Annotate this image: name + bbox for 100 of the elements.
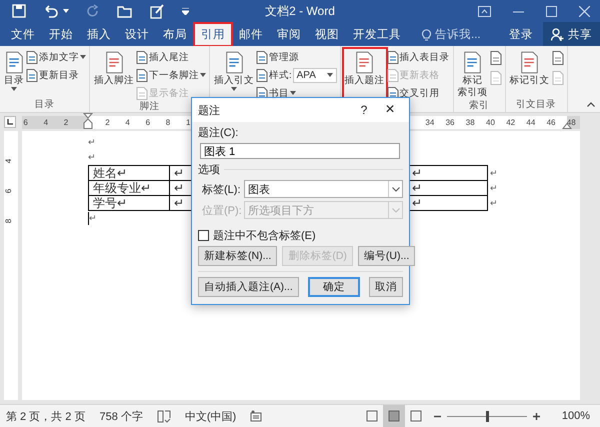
caret-icon [200,73,206,77]
document-icon[interactable] [552,51,564,65]
ruler-number: 6 [23,116,28,128]
dialog-button[interactable]: 新建标签(N)... [198,246,278,266]
document-icon [26,68,38,82]
caret-icon[interactable] [63,9,69,13]
document-icon [224,51,244,74]
redo-icon[interactable] [86,4,100,18]
dialog-button[interactable]: 自动插入题注(A)... [198,277,299,297]
zoom-in-icon[interactable] [532,412,540,420]
tab-stop-icon[interactable] [4,116,16,128]
proofing-icon[interactable] [156,410,171,422]
ruler-number: 40 [486,116,495,128]
collapse-ribbon-icon[interactable] [587,102,595,107]
ruler-number: 8 [5,218,14,224]
edit-icon[interactable] [150,4,165,18]
exclude-label-checkbox[interactable]: 题注中不包含标签(E) [198,228,403,243]
document-icon [136,86,148,100]
ruler-number: 6 [146,116,150,128]
ruler-number: 2 [64,116,68,128]
page-icon [388,410,400,422]
ribbon-tab[interactable]: 开发工具 [346,23,408,45]
word-count[interactable]: 758 个字 [99,408,143,424]
row-end-mark: ↵ [490,182,498,192]
caret-icon [326,73,333,77]
ribbon-button[interactable]: 目录 [3,49,25,99]
customize-caret-icon[interactable] [182,8,189,14]
dialog-button[interactable]: 确定 [308,277,360,297]
zoom-level[interactable]: 100% [562,410,590,422]
table-cell[interactable]: 年级专业↵ [88,180,170,196]
style-dropdown[interactable]: APA [292,68,337,82]
page-count[interactable]: 第 2 页，共 2 页 [6,408,86,424]
ribbon-tab[interactable]: 审阅 [270,23,308,45]
group-label: 引文目录 [516,99,556,110]
ribbon-tab[interactable]: 设计 [118,23,156,45]
window-title: 文档2 - Word [265,2,335,20]
close-icon[interactable] [579,6,590,16]
document-icon [4,51,24,74]
ribbon-button[interactable]: 插入尾注 [136,49,206,65]
document-icon [256,68,268,82]
ribbon-button[interactable]: 管理源 [256,49,337,65]
help-button[interactable]: ? [351,99,377,121]
ribbon-display-icon[interactable] [478,6,491,16]
ribbon-button[interactable]: 插入脚注 [93,49,135,101]
dialog-button[interactable]: 编号(U)... [358,246,416,266]
ribbon-tab[interactable]: 引用 [194,23,232,46]
ribbon-tab[interactable]: 视图 [308,23,346,45]
ribbon-tab[interactable]: 邮件 [232,23,270,45]
ribbon-tab[interactable]: 文件 [4,23,42,45]
ribbon-tab[interactable]: 插入 [80,23,118,45]
ribbon-tab[interactable]: 布局 [156,23,194,45]
dialog-button[interactable]: 取消 [369,277,403,297]
caret-icon [290,91,296,95]
macro-record-icon[interactable] [250,410,262,422]
tell-me-field[interactable]: 告诉我... [422,23,481,45]
share-button[interactable]: 共享 [543,22,600,46]
ruler-number: 46 [546,116,556,128]
ribbon-button[interactable]: 标记引文 [508,49,551,99]
dropdown-field[interactable]: 图表 [244,180,403,198]
caption-field[interactable]: 图表 1 [200,143,400,159]
document-icon[interactable] [490,51,502,65]
row-end-mark: ↵ [490,168,498,178]
ribbon-button[interactable]: 标记 索引项 [456,49,489,100]
ribbon-tab[interactable]: 开始 [42,23,80,45]
ruler-number: 4 [44,116,48,128]
document-icon [26,50,38,64]
sign-in-link[interactable]: 登录 [509,23,533,45]
page-icon [410,410,422,422]
paragraph-mark: ↵ [88,136,96,149]
zoom-slider[interactable] [446,410,527,422]
folder-icon[interactable] [117,4,133,18]
table-cell[interactable]: 姓名↵ [88,166,170,180]
row-end-mark: ↵ [490,198,498,208]
language[interactable]: 中文(中国) [184,408,236,424]
close-button[interactable]: × [377,99,403,121]
ruler-number: 36 [446,116,454,128]
slider-thumb[interactable] [486,410,489,422]
page-icon [366,410,378,422]
table-cell[interactable]: 学号↵ [88,196,170,210]
caret-icon [11,87,17,91]
ribbon-button[interactable]: 下一条脚注 [136,67,206,83]
field-label: 题注(C): [198,126,240,140]
checkbox[interactable] [198,230,209,241]
ruler-number: 1 [186,116,190,128]
group-label: 目录 [34,99,54,110]
ruler-number: 34 [425,116,434,128]
ruler-number: 42 [506,116,516,128]
ruler-number: 8 [166,116,170,128]
field-label: 位置(P): [202,204,240,218]
ribbon-button[interactable]: 插入表目录 [386,49,450,65]
maximize-icon[interactable] [546,6,557,16]
ruler-number: 4 [5,158,14,164]
document-icon [355,51,374,74]
save-icon[interactable] [12,4,26,18]
print-layout-button[interactable] [382,405,405,427]
undo-icon[interactable] [43,4,59,18]
ribbon-button[interactable]: 更新目录 [26,67,86,83]
ribbon-button[interactable]: 添加文字 [26,49,86,65]
lightbulb-icon [422,28,431,40]
indent-marker-icon[interactable] [83,112,93,128]
